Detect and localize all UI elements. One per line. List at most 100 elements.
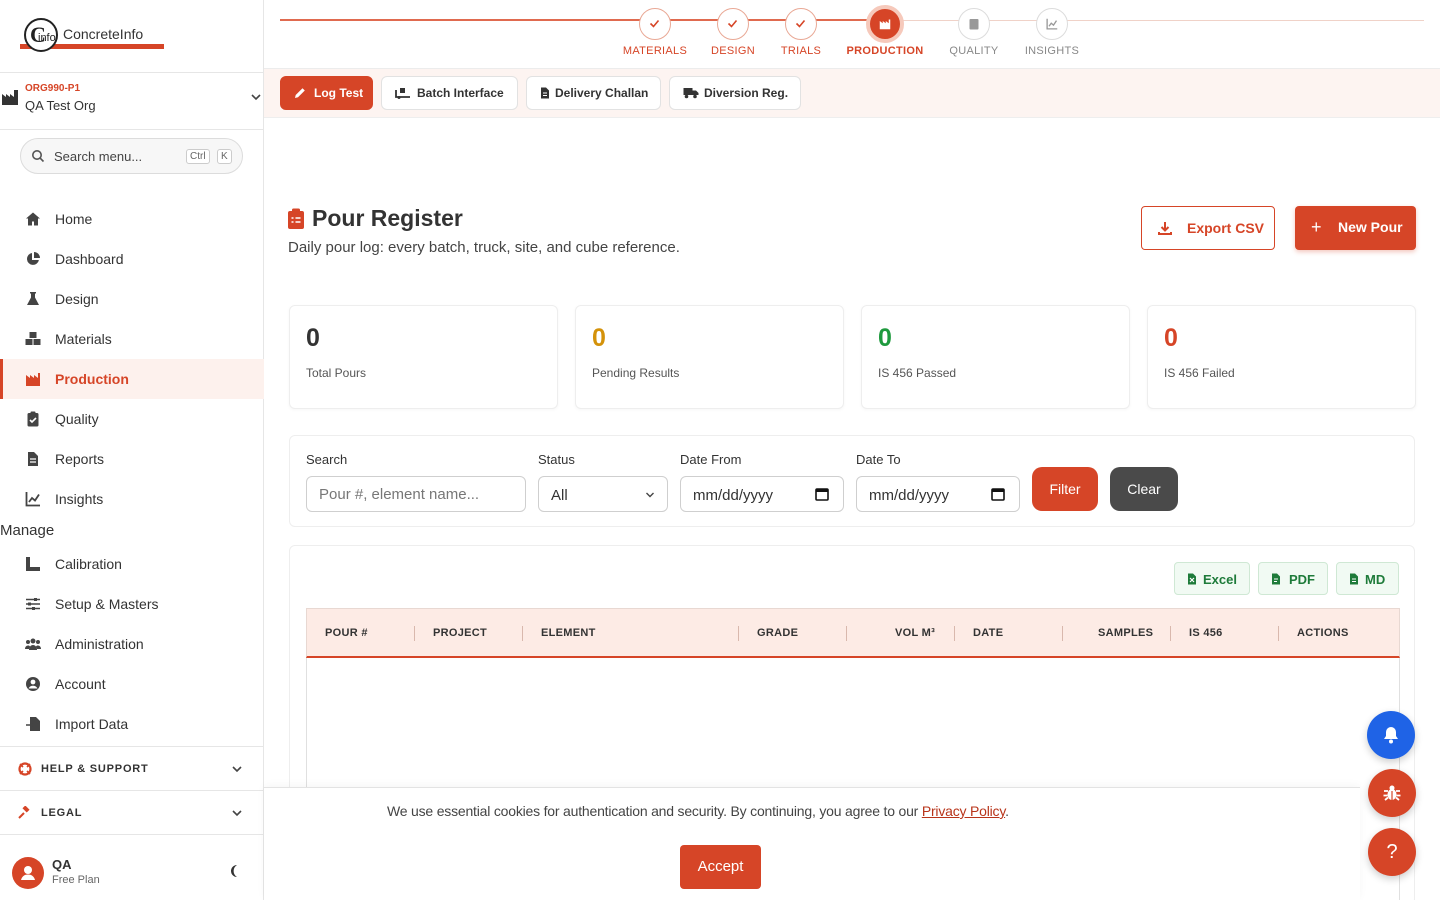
nav-quality[interactable]: Quality [0, 399, 264, 439]
nav-insights[interactable]: Insights [0, 479, 264, 519]
report-bug-button[interactable] [1368, 769, 1416, 817]
step-dot [866, 5, 904, 43]
workflow-stepper: MATERIALS DESIGN TRIALS PRODUCTION QUALI… [264, 0, 1440, 69]
column-divider [954, 626, 955, 641]
page-title: Pour Register [312, 205, 463, 231]
column-divider [846, 626, 847, 641]
stat-value: 0 [306, 324, 320, 352]
org-switcher[interactable]: ORG990-P1 QA Test Org [0, 72, 264, 130]
export-csv-button[interactable]: Export CSV [1141, 206, 1275, 250]
pie-chart-icon [26, 252, 40, 265]
user-name: QA [52, 857, 72, 872]
help-support-section[interactable]: HELP & SUPPORT [0, 746, 264, 790]
accept-cookies-button[interactable]: Accept [680, 845, 761, 889]
export-md-button[interactable]: MD [1336, 562, 1399, 595]
stat-label: IS 456 Failed [1164, 366, 1235, 380]
export-md-label: MD [1365, 572, 1386, 587]
privacy-policy-link[interactable]: Privacy Policy [922, 803, 1005, 819]
nav-label: Import Data [55, 716, 129, 732]
legal-label: LEGAL [41, 807, 83, 819]
nav-reports[interactable]: Reports [0, 439, 264, 479]
nav-label: Dashboard [55, 251, 124, 267]
export-pdf-button[interactable]: PDF [1258, 562, 1328, 595]
cookie-suffix: . [1005, 803, 1009, 819]
nav-production[interactable]: Production [0, 359, 264, 399]
nav-label: Materials [55, 331, 112, 347]
log-test-button[interactable]: Log Test [280, 76, 373, 110]
stat-label: IS 456 Passed [878, 366, 957, 380]
filter-button[interactable]: Filter [1032, 467, 1098, 511]
new-pour-button[interactable]: + New Pour [1295, 206, 1416, 250]
nav-label: Reports [55, 451, 105, 467]
batch-interface-button[interactable]: Batch Interface [381, 76, 518, 110]
column-header-date[interactable]: DATE [973, 627, 1003, 639]
export-excel-button[interactable]: Excel [1174, 562, 1250, 595]
nav-label: Insights [55, 491, 104, 507]
column-header-grade[interactable]: GRADE [757, 627, 798, 639]
date-from-placeholder: mm/dd/yyyy [693, 487, 774, 504]
status-select[interactable]: All [538, 476, 668, 512]
nav-label: Account [55, 676, 106, 692]
nav-design[interactable]: Design [0, 279, 264, 319]
column-header-element[interactable]: ELEMENT [541, 627, 596, 639]
notifications-button[interactable] [1367, 711, 1415, 759]
chevron-down-icon [232, 766, 242, 773]
step-insights[interactable]: INSIGHTS [1002, 8, 1102, 64]
date-to-placeholder: mm/dd/yyyy [869, 487, 950, 504]
user-profile[interactable]: QA Free Plan [0, 834, 264, 900]
file-excel-icon [1188, 573, 1196, 585]
diversion-register-button[interactable]: Diversion Reg. [669, 76, 801, 110]
logo-letter-i: info [38, 32, 56, 44]
menu-search[interactable]: Search menu... Ctrl K [20, 138, 243, 174]
clear-button[interactable]: Clear [1110, 467, 1178, 511]
column-header-actions: ACTIONS [1297, 627, 1349, 639]
calendar-icon[interactable] [991, 487, 1005, 501]
legal-section[interactable]: LEGAL [0, 790, 264, 834]
step-label: PRODUCTION [846, 45, 924, 57]
nav-dashboard[interactable]: Dashboard [0, 239, 264, 279]
file-pdf-icon [1272, 573, 1280, 585]
step-label: INSIGHTS [1024, 45, 1080, 57]
column-header-samples[interactable]: SAMPLES [1098, 627, 1153, 639]
calendar-icon[interactable] [815, 487, 829, 501]
column-header-pour[interactable]: POUR # [325, 627, 368, 639]
nav-account[interactable]: Account [0, 664, 264, 704]
moon-icon[interactable] [228, 864, 242, 878]
app-logo[interactable]: C info ConcreteInfo [20, 18, 164, 52]
stat-value: 0 [878, 324, 892, 352]
column-header-volume[interactable]: VOL M³ [895, 627, 935, 639]
column-divider [738, 626, 739, 641]
nav-calibration[interactable]: Calibration [0, 544, 264, 584]
check-icon [727, 19, 738, 28]
date-from-input[interactable]: mm/dd/yyyy [680, 476, 844, 512]
nav-home[interactable]: Home [0, 199, 264, 239]
search-icon [32, 150, 45, 163]
chevron-down-icon [251, 94, 261, 101]
export-excel-label: Excel [1203, 572, 1237, 587]
ruler-icon [26, 557, 40, 571]
org-code: ORG990-P1 [25, 83, 81, 94]
nav-setup-masters[interactable]: Setup & Masters [0, 584, 264, 624]
delivery-challan-button[interactable]: Delivery Challan [526, 76, 661, 110]
date-to-input[interactable]: mm/dd/yyyy [856, 476, 1020, 512]
column-header-is456[interactable]: IS 456 [1189, 627, 1223, 639]
avatar [12, 857, 44, 889]
nav-label: Setup & Masters [55, 596, 159, 612]
bell-icon [1384, 727, 1398, 744]
status-value: All [551, 487, 568, 504]
user-plan: Free Plan [52, 874, 100, 886]
nav-materials[interactable]: Materials [0, 319, 264, 359]
stat-value: 0 [592, 324, 606, 352]
column-header-project[interactable]: PROJECT [433, 627, 487, 639]
step-production[interactable]: PRODUCTION [835, 5, 935, 64]
gavel-icon [18, 806, 30, 819]
cubes-icon [25, 332, 41, 345]
date-to-label: Date To [856, 452, 901, 467]
user-icon [21, 866, 35, 880]
nav-administration[interactable]: Administration [0, 624, 264, 664]
step-dot [639, 8, 671, 40]
search-input[interactable]: Pour #, element name... [306, 476, 526, 512]
help-button[interactable]: ? [1368, 828, 1416, 876]
production-toolbar: Log Test Batch Interface Delivery Challa… [264, 69, 1440, 118]
nav-import-data[interactable]: Import Data [0, 704, 264, 744]
